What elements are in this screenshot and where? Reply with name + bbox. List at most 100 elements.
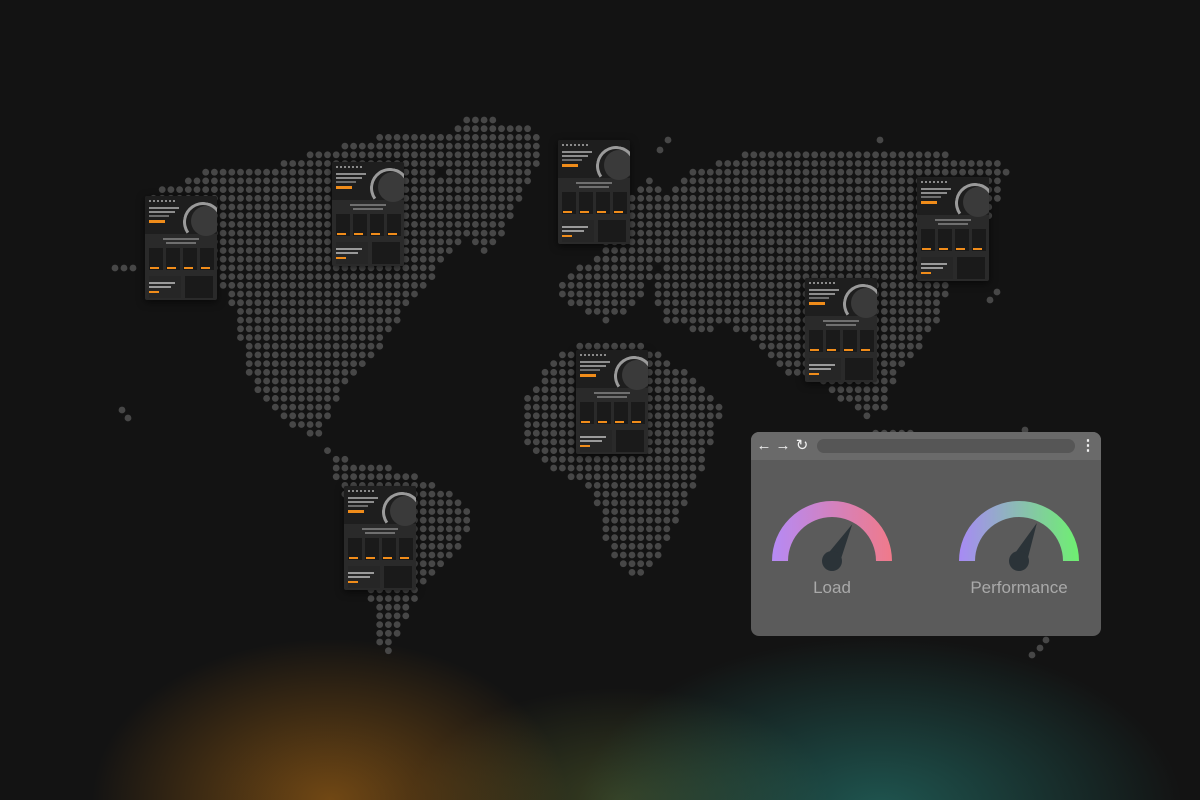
map-dot [419,194,427,202]
map-dot [876,136,884,144]
map-dot [741,308,749,315]
map-dot [689,290,697,298]
map-dot [219,221,227,228]
map-dot [611,551,618,559]
map-dot [619,490,627,498]
map-dot [924,160,932,167]
map-dot [541,429,549,437]
map-dot [776,342,784,350]
map-dot [306,351,314,359]
map-dot [324,342,331,350]
map-dot [628,482,636,489]
map-dot [550,368,558,376]
map-dot [289,403,297,411]
map-dot [463,508,471,515]
map-dot [663,229,671,237]
map-dot [1036,644,1044,652]
map-dot [254,203,262,211]
map-dot [646,464,653,472]
map-dot [706,177,714,185]
map-dot [889,221,897,228]
map-dot [454,525,462,533]
map-dot [793,238,801,246]
map-dot [820,264,827,272]
map-dot [454,203,462,211]
map-dot [820,203,827,211]
map-dot [724,212,732,220]
map-dot [802,194,810,202]
map-dot [219,264,227,272]
reload-icon[interactable]: ↻ [793,436,811,456]
map-dot [332,273,340,280]
map-dot [689,168,697,176]
map-dot [733,299,740,307]
map-dot [680,499,688,507]
map-dot [611,264,618,272]
map-dot [654,455,662,463]
map-dot [680,482,688,489]
map-dot [350,290,357,298]
map-dot [793,308,801,315]
map-dot [289,334,297,341]
map-dot [280,308,288,315]
map-dot [776,273,784,280]
map-dot [437,142,444,150]
map-dot [706,281,714,289]
map-dot [567,377,575,385]
map-dot [254,308,262,315]
map-dot [245,290,253,298]
more-options-icon[interactable]: ⋮ [1079,436,1097,456]
map-dot [341,273,349,280]
map-dot [315,290,323,298]
map-dot [506,125,514,133]
map-dot [358,290,366,298]
map-dot [541,386,549,394]
map-dot [480,160,488,167]
map-dot [280,238,288,246]
map-dot [428,273,436,280]
map-dot [254,229,262,237]
address-bar[interactable] [817,439,1075,453]
map-dot [706,212,714,220]
map-dot [872,238,879,246]
map-dot [767,273,775,280]
back-arrow-icon[interactable]: ← [755,436,773,456]
map-dot [654,255,662,263]
map-dot [324,447,331,454]
map-dot [889,203,897,211]
map-dot [785,177,792,185]
map-dot [733,186,740,194]
map-dot [689,229,697,237]
map-dot [846,247,853,254]
map-dot [820,151,827,159]
map-dot [419,177,427,185]
map-dot [820,194,827,202]
forward-arrow-icon[interactable]: → [774,436,792,456]
map-dot [933,316,940,324]
map-dot [663,403,671,411]
map-dot [733,308,740,315]
map-dot [237,177,244,185]
map-dot [828,247,836,254]
map-dot [654,438,662,446]
map-dot [120,264,128,272]
map-dot [358,142,366,150]
map-dot [419,229,427,237]
map-dot [341,473,349,481]
map-dot [767,325,775,333]
map-dot [332,455,340,463]
map-dot [663,482,671,489]
map-dot [567,412,575,420]
map-dot [437,490,444,498]
map-dot [489,116,497,124]
map-dot [445,516,453,524]
map-dot [689,255,697,263]
map-dot [872,229,879,237]
map-dot [559,351,566,359]
map-dot [376,151,384,159]
map-dot [393,281,401,289]
map-dot [802,177,810,185]
map-dot [759,203,766,211]
map-dot [889,255,897,263]
map-dot [680,273,688,280]
